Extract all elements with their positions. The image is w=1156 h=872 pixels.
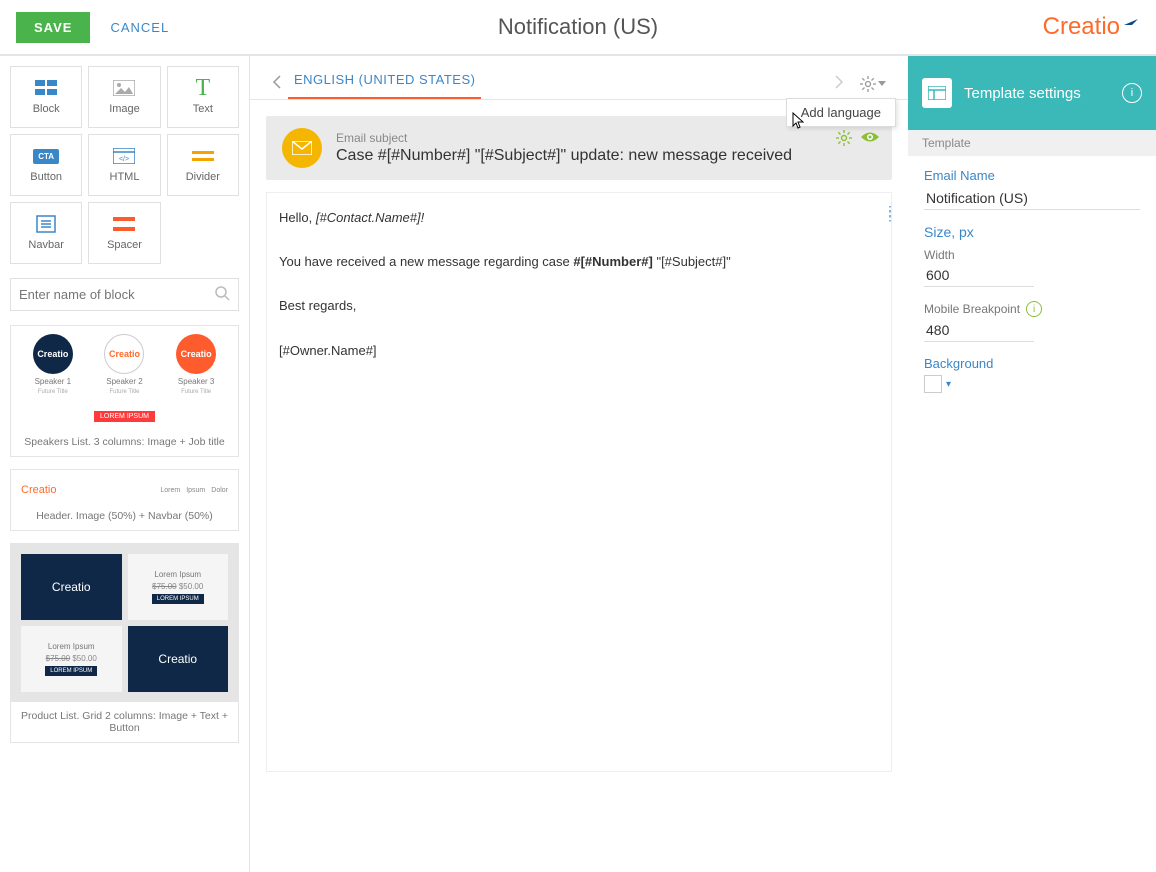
section-template: Template: [908, 130, 1156, 156]
color-swatch: [924, 375, 942, 393]
info-icon[interactable]: i: [1122, 83, 1142, 103]
product-image: Creatio: [128, 626, 229, 692]
palette-spacer[interactable]: Spacer: [88, 202, 160, 264]
svg-text:</>: </>: [119, 156, 129, 163]
search-input[interactable]: [19, 287, 214, 302]
product-info: Lorem Ipsum $75.00 $50.00 LOREM IPSUM: [128, 554, 229, 620]
mail-icon: [282, 128, 322, 168]
background-picker[interactable]: ▾: [924, 375, 1140, 393]
preview-eye-icon[interactable]: [860, 130, 880, 149]
search-block[interactable]: [10, 278, 239, 311]
breakpoint-label: Mobile Breakpoint i: [924, 301, 1140, 317]
speaker-logo: Creatio: [176, 334, 216, 374]
drag-handle[interactable]: ⋮⋮: [883, 209, 897, 217]
email-editor: Email subject Case #[#Number#] "[#Subjec…: [250, 100, 908, 872]
tab-row: ENGLISH (UNITED STATES) Add language: [250, 56, 908, 100]
product-info: Lorem Ipsum $75.00 $50.00 LOREM IPSUM: [21, 626, 122, 692]
code-icon: </>: [112, 147, 136, 165]
menu-add-language[interactable]: Add language: [801, 105, 881, 120]
preview-product[interactable]: Creatio Lorem Ipsum $75.00 $50.00 LOREM …: [10, 543, 239, 743]
palette-navbar[interactable]: Navbar: [10, 202, 82, 264]
cursor-icon: [792, 112, 806, 130]
palette-label: Spacer: [107, 239, 142, 251]
preview-caption: Product List. Grid 2 columns: Image + Te…: [11, 710, 238, 734]
save-button[interactable]: SAVE: [16, 12, 90, 43]
preview-speakers[interactable]: CreatioSpeaker 1Future Title CreatioSpea…: [10, 325, 239, 457]
settings-header: Template settings i: [908, 56, 1156, 130]
preview-caption: Header. Image (50%) + Navbar (50%): [17, 510, 232, 522]
subject-label: Email subject: [336, 131, 792, 145]
cancel-link[interactable]: CANCEL: [110, 20, 169, 35]
speaker-logo: Creatio: [33, 334, 73, 374]
info-icon[interactable]: i: [1026, 301, 1042, 317]
background-label: Background: [924, 356, 1140, 371]
subject-gear-icon[interactable]: [836, 130, 852, 149]
badge: LOREM IPSUM: [94, 411, 155, 422]
speaker-logo: Creatio: [104, 334, 144, 374]
palette-image[interactable]: Image: [88, 66, 160, 128]
palette-label: Text: [193, 103, 213, 115]
left-sidebar: Block Image T Text CTA Button </> HTML D…: [0, 56, 250, 872]
search-icon: [214, 285, 230, 304]
cta-icon: CTA: [34, 147, 58, 165]
size-label: Size, px: [924, 224, 1140, 240]
email-body[interactable]: ⋮⋮ Hello, [#Contact.Name#]! You have rec…: [266, 192, 892, 772]
preview-caption: Speakers List. 3 columns: Image + Job ti…: [17, 436, 232, 448]
tab-settings-gear[interactable]: Add language: [854, 76, 892, 92]
gear-dropdown: Add language: [786, 98, 896, 127]
palette-label: Button: [30, 171, 62, 183]
chevron-down-icon: ▾: [946, 379, 951, 390]
block-palette: Block Image T Text CTA Button </> HTML D…: [10, 66, 239, 264]
email-name-input[interactable]: Notification (US): [924, 187, 1140, 210]
topbar: SAVE CANCEL Notification (US) Creatio: [0, 0, 1156, 56]
spacer-icon: [112, 215, 136, 233]
width-input[interactable]: 600: [924, 264, 1034, 287]
palette-divider[interactable]: Divider: [167, 134, 239, 196]
breakpoint-input[interactable]: 480: [924, 319, 1034, 342]
width-label: Width: [924, 248, 1140, 262]
template-icon: [922, 78, 952, 108]
prev-tab-arrow[interactable]: [266, 75, 288, 92]
product-image: Creatio: [21, 554, 122, 620]
palette-button[interactable]: CTA Button: [10, 134, 82, 196]
right-panel: Template settings i Template Email Name …: [908, 56, 1156, 872]
preview-logo: Creatio: [21, 484, 56, 496]
palette-label: Image: [109, 103, 140, 115]
palette-label: HTML: [110, 171, 140, 183]
tab-english[interactable]: ENGLISH (UNITED STATES): [288, 68, 481, 99]
center-pane: ENGLISH (UNITED STATES) Add language: [250, 56, 908, 872]
page-title: Notification (US): [498, 14, 658, 40]
preview-header[interactable]: Creatio LoremIpsumDolor Header. Image (5…: [10, 469, 239, 531]
block-icon: [34, 79, 58, 97]
chevron-down-icon: [878, 81, 886, 87]
brand-logo: Creatio: [1043, 13, 1140, 41]
subject-value[interactable]: Case #[#Number#] "[#Subject#]" update: n…: [336, 147, 792, 165]
divider-icon: [191, 147, 215, 165]
palette-block[interactable]: Block: [10, 66, 82, 128]
image-icon: [112, 79, 136, 97]
palette-text[interactable]: T Text: [167, 66, 239, 128]
navbar-icon: [34, 215, 58, 233]
palette-label: Block: [33, 103, 60, 115]
next-tab-arrow[interactable]: [824, 75, 854, 92]
gear-icon: [860, 76, 876, 92]
palette-html[interactable]: </> HTML: [88, 134, 160, 196]
text-icon: T: [191, 79, 215, 97]
main-layout: Block Image T Text CTA Button </> HTML D…: [0, 56, 1156, 872]
email-name-label: Email Name: [924, 168, 1140, 183]
palette-label: Divider: [186, 171, 220, 183]
palette-label: Navbar: [28, 239, 63, 251]
settings-title: Template settings: [964, 85, 1110, 102]
